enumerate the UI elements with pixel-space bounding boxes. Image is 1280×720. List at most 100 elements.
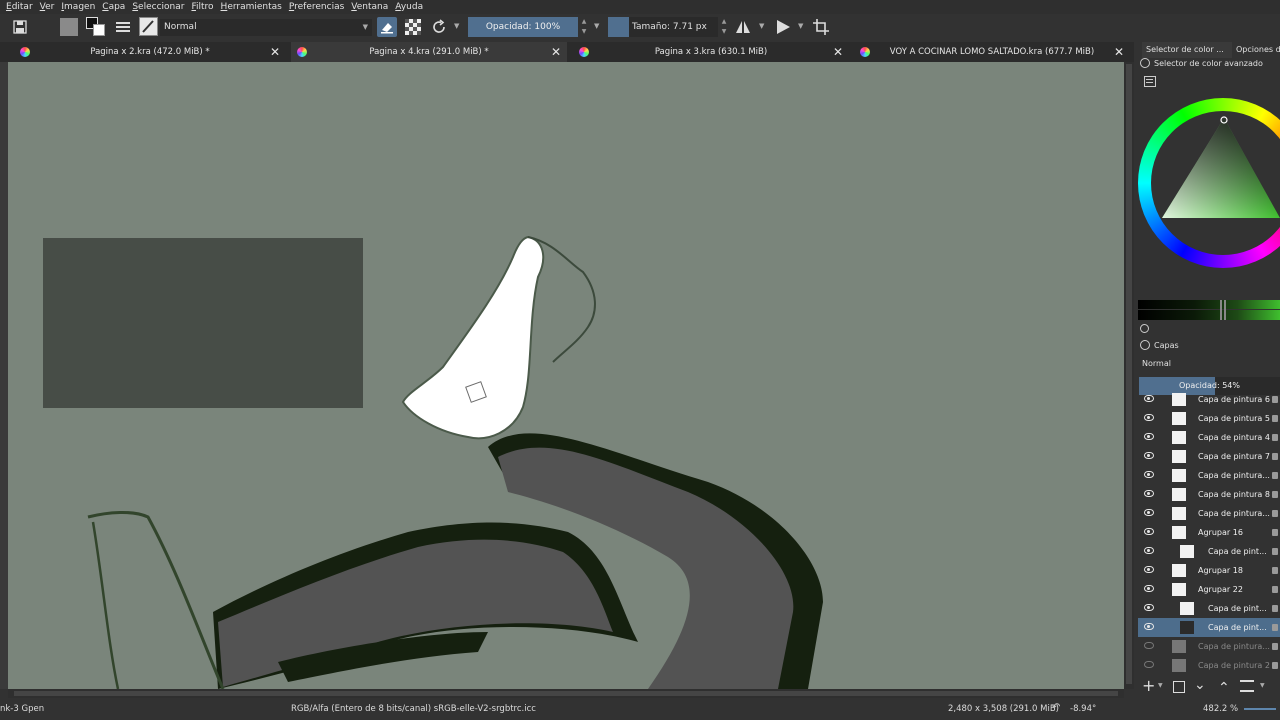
tab-color-selector[interactable]: Selector de color ... bbox=[1142, 42, 1232, 58]
vertical-scroll-thumb[interactable] bbox=[1126, 64, 1132, 684]
eye-icon[interactable] bbox=[1144, 490, 1154, 497]
layer-row[interactable]: Capa de pint... bbox=[1138, 542, 1280, 561]
chevron-down-icon[interactable]: ▼ bbox=[594, 22, 599, 30]
eye-icon[interactable] bbox=[1144, 642, 1154, 649]
eye-icon[interactable] bbox=[1144, 528, 1154, 535]
chevron-down-icon[interactable]: ▼ bbox=[1260, 682, 1265, 689]
opacity-slider[interactable]: Opacidad: 100% bbox=[468, 17, 578, 37]
layer-row[interactable]: Capa de pint... bbox=[1138, 599, 1280, 618]
zoom-slider[interactable] bbox=[1244, 708, 1276, 710]
layer-row[interactable]: Capa de pintura 4 bbox=[1138, 428, 1280, 447]
chevron-down-icon[interactable]: ▼ bbox=[1158, 682, 1163, 689]
menu-item-7[interactable]: Preferencias bbox=[289, 2, 344, 12]
chevron-down-icon[interactable]: ▼ bbox=[798, 22, 803, 30]
chevron-down-icon[interactable]: ▼ bbox=[759, 22, 764, 30]
close-icon[interactable]: ✕ bbox=[270, 45, 280, 59]
tab-document-1[interactable]: Pagina x 2.kra (472.0 MiB) * ✕ bbox=[14, 42, 286, 62]
layer-row[interactable]: Agrupar 18 bbox=[1138, 561, 1280, 580]
menu-item-2[interactable]: Imagen bbox=[61, 2, 95, 12]
fg-bg-color-icon[interactable] bbox=[86, 17, 106, 37]
eye-icon[interactable] bbox=[1144, 395, 1154, 402]
lock-icon[interactable] bbox=[1272, 529, 1278, 536]
color-history-bar[interactable] bbox=[1138, 300, 1280, 320]
pattern-swatch[interactable] bbox=[60, 18, 78, 36]
layer-properties-icon[interactable] bbox=[1240, 680, 1254, 692]
layer-row[interactable]: Capa de pintura 8 bbox=[1138, 485, 1280, 504]
layers-blend-mode-select[interactable]: Normal bbox=[1138, 356, 1280, 372]
move-layer-down-icon[interactable]: ⌄ bbox=[1194, 677, 1206, 693]
horizontal-scroll-thumb[interactable] bbox=[14, 691, 1118, 696]
lock-icon[interactable] bbox=[1272, 396, 1278, 403]
layer-row[interactable]: Capa de pintura 7 bbox=[1138, 447, 1280, 466]
chevron-down-icon[interactable]: ▼ bbox=[454, 22, 459, 30]
lock-icon[interactable] bbox=[1272, 510, 1278, 517]
close-icon[interactable]: ✕ bbox=[833, 45, 843, 59]
eye-icon[interactable] bbox=[1144, 471, 1154, 478]
lock-icon[interactable] bbox=[1272, 567, 1278, 574]
eye-icon[interactable] bbox=[1144, 661, 1154, 668]
menu-item-4[interactable]: Seleccionar bbox=[132, 2, 184, 12]
eye-icon[interactable] bbox=[1144, 585, 1154, 592]
lock-icon[interactable] bbox=[1272, 548, 1278, 555]
layer-row[interactable]: Capa de pintura... bbox=[1138, 504, 1280, 523]
save-icon[interactable] bbox=[12, 19, 28, 35]
menu-item-0[interactable]: Editar bbox=[6, 2, 33, 12]
brush-presets-icon[interactable] bbox=[115, 19, 131, 35]
rotate-icon[interactable]: ↶ bbox=[1052, 702, 1060, 713]
brush-preset-thumbnail[interactable] bbox=[139, 17, 158, 36]
lock-icon[interactable] bbox=[1272, 472, 1278, 479]
reload-preset-icon[interactable] bbox=[430, 18, 448, 36]
lock-icon[interactable] bbox=[1272, 453, 1278, 460]
drawing-canvas[interactable] bbox=[8, 62, 1124, 689]
eye-icon[interactable] bbox=[1144, 547, 1154, 554]
vertical-scrollbar[interactable] bbox=[1124, 62, 1134, 689]
layer-row[interactable]: Capa de pintura 2 bbox=[1138, 656, 1280, 675]
add-layer-icon[interactable]: + bbox=[1142, 676, 1155, 695]
alpha-lock-icon[interactable] bbox=[405, 19, 421, 35]
tab-document-4[interactable]: VOY A COCINAR LOMO SALTADO.kra (677.7 Mi… bbox=[854, 42, 1130, 62]
eye-icon[interactable] bbox=[1144, 566, 1154, 573]
lock-icon[interactable] bbox=[1272, 643, 1278, 650]
close-icon[interactable]: ✕ bbox=[1114, 45, 1124, 59]
move-layer-up-icon[interactable]: ⌃ bbox=[1218, 680, 1230, 696]
lock-icon[interactable] bbox=[1272, 586, 1278, 593]
layer-row[interactable]: Capa de pintura... bbox=[1138, 466, 1280, 485]
eye-icon[interactable] bbox=[1144, 623, 1154, 630]
size-slider[interactable]: Tamaño: 7.71 px bbox=[608, 17, 718, 37]
size-spinner[interactable]: ▲ ▼ bbox=[719, 17, 729, 37]
lock-icon[interactable] bbox=[1272, 415, 1278, 422]
eye-icon[interactable] bbox=[1144, 452, 1154, 459]
color-triangle[interactable] bbox=[1160, 112, 1280, 222]
mirror-vertical-icon[interactable] bbox=[774, 18, 792, 36]
eye-icon[interactable] bbox=[1144, 509, 1154, 516]
lock-icon[interactable] bbox=[1272, 434, 1278, 441]
layer-row[interactable]: Capa de pintura 5 bbox=[1138, 409, 1280, 428]
close-icon[interactable]: ✕ bbox=[551, 45, 561, 59]
color-settings-icon[interactable] bbox=[1144, 76, 1156, 87]
eraser-mode-icon[interactable] bbox=[377, 17, 397, 37]
layer-row[interactable]: Agrupar 22 bbox=[1138, 580, 1280, 599]
lock-icon[interactable] bbox=[1272, 624, 1278, 631]
menu-item-1[interactable]: Ver bbox=[40, 2, 55, 12]
tab-tool-options[interactable]: Opciones de bbox=[1232, 42, 1280, 58]
menu-item-6[interactable]: Herramientas bbox=[221, 2, 282, 12]
layer-row[interactable]: Capa de pintura... bbox=[1138, 637, 1280, 656]
duplicate-layer-icon[interactable] bbox=[1173, 681, 1185, 693]
eye-icon[interactable] bbox=[1144, 414, 1154, 421]
menu-item-5[interactable]: Filtro bbox=[191, 2, 213, 12]
docker-float-icon[interactable] bbox=[1140, 58, 1150, 68]
lock-icon[interactable] bbox=[1272, 662, 1278, 669]
mirror-horizontal-icon[interactable] bbox=[734, 18, 752, 36]
blend-mode-select[interactable]: Normal ▼ bbox=[160, 19, 372, 36]
opacity-spinner[interactable]: ▲ ▼ bbox=[579, 17, 589, 37]
lock-icon[interactable] bbox=[1272, 491, 1278, 498]
horizontal-scrollbar[interactable] bbox=[8, 689, 1124, 698]
docker-float-icon[interactable] bbox=[1140, 340, 1150, 350]
wrap-around-icon[interactable] bbox=[812, 18, 830, 36]
tab-document-2[interactable]: Pagina x 4.kra (291.0 MiB) * ✕ bbox=[291, 42, 567, 62]
eye-icon[interactable] bbox=[1144, 433, 1154, 440]
menu-item-8[interactable]: Ventana bbox=[351, 2, 388, 12]
tab-document-3[interactable]: Pagina x 3.kra (630.1 MiB) ✕ bbox=[573, 42, 849, 62]
menu-item-3[interactable]: Capa bbox=[102, 2, 125, 12]
menu-item-9[interactable]: Ayuda bbox=[395, 2, 423, 12]
